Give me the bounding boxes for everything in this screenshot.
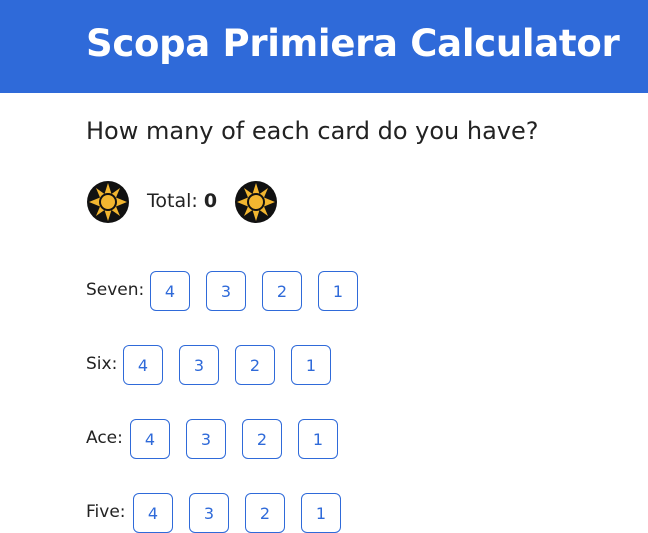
app-title: Scopa Primiera Calculator — [86, 22, 620, 65]
app-header: Scopa Primiera Calculator — [0, 0, 648, 93]
card-row-six: Six: 4 3 2 1 — [86, 345, 566, 385]
question-heading: How many of each card do you have? — [86, 117, 539, 145]
sun-coin-icon — [86, 180, 130, 224]
ace-count-3-button[interactable]: 3 — [186, 419, 226, 459]
card-label-six: Six: — [86, 354, 118, 374]
card-label-five: Five: — [86, 502, 126, 522]
card-row-ace: Ace: 4 3 2 1 — [86, 419, 566, 459]
five-count-1-button[interactable]: 1 — [301, 493, 341, 533]
seven-count-2-button[interactable]: 2 — [262, 271, 302, 311]
ace-count-2-button[interactable]: 2 — [242, 419, 282, 459]
six-count-4-button[interactable]: 4 — [123, 345, 163, 385]
total-label-text: Total: — [147, 190, 198, 212]
six-count-3-button[interactable]: 3 — [179, 345, 219, 385]
card-row-five: Five: 4 3 2 1 — [86, 493, 566, 533]
total-row: Total: 0 — [86, 180, 286, 224]
sun-coin-icon — [234, 180, 278, 224]
five-count-3-button[interactable]: 3 — [189, 493, 229, 533]
five-count-4-button[interactable]: 4 — [133, 493, 173, 533]
card-label-seven: Seven: — [86, 280, 145, 300]
six-count-1-button[interactable]: 1 — [291, 345, 331, 385]
card-label-ace: Ace: — [86, 428, 123, 448]
five-count-2-button[interactable]: 2 — [245, 493, 285, 533]
ace-count-1-button[interactable]: 1 — [298, 419, 338, 459]
six-count-2-button[interactable]: 2 — [235, 345, 275, 385]
seven-count-3-button[interactable]: 3 — [206, 271, 246, 311]
ace-count-4-button[interactable]: 4 — [130, 419, 170, 459]
total-label: Total: 0 — [147, 190, 217, 212]
seven-count-4-button[interactable]: 4 — [150, 271, 190, 311]
seven-count-1-button[interactable]: 1 — [318, 271, 358, 311]
total-value: 0 — [203, 190, 218, 212]
card-row-seven: Seven: 4 3 2 1 — [86, 271, 566, 311]
